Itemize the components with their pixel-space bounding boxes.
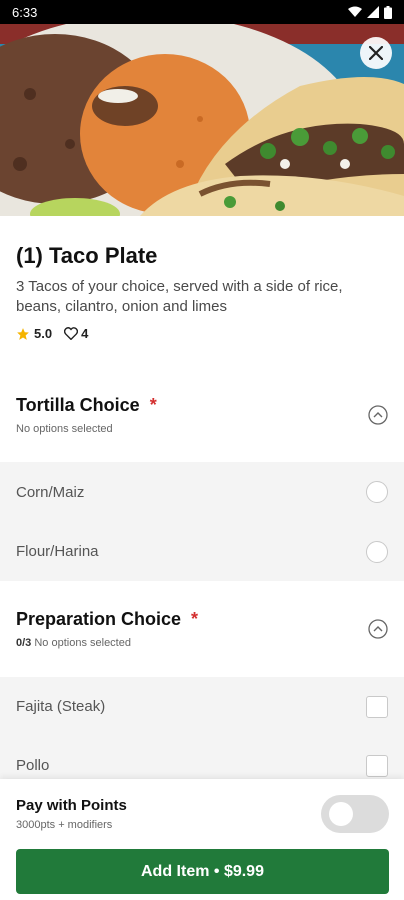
rating-value: 5.0 xyxy=(34,326,53,341)
option-label: Flour/Harina xyxy=(16,543,99,560)
item-meta: 5.0 4 xyxy=(16,326,388,341)
section-subtitle-text: No options selected xyxy=(34,637,131,649)
status-icons xyxy=(348,5,392,19)
option-flour-harina[interactable]: Flour/Harina xyxy=(0,522,404,581)
section-title-text: Preparation Choice xyxy=(16,609,182,629)
pay-with-points-subtitle: 3000pts + modifiers xyxy=(16,819,113,831)
star-icon xyxy=(17,327,29,340)
option-corn-maiz[interactable]: Corn/Maiz xyxy=(0,462,404,522)
likes-count: 4 xyxy=(81,326,89,341)
close-icon xyxy=(369,46,383,60)
pay-with-points-label: Pay with Points xyxy=(16,797,127,814)
option-label: Pollo xyxy=(16,757,50,774)
radio-button[interactable] xyxy=(366,540,388,563)
option-label: Fajita (Steak) xyxy=(16,698,106,715)
required-marker: * xyxy=(149,395,157,415)
section-subtitle: No options selected xyxy=(16,423,113,435)
taco-plate-image xyxy=(0,24,404,216)
wifi-icon xyxy=(348,6,362,17)
option-fajita-steak[interactable]: Fajita (Steak) xyxy=(0,677,404,736)
add-item-button[interactable]: Add Item • $9.99 xyxy=(16,849,389,894)
preparation-options: Fajita (Steak) Pollo xyxy=(0,677,404,779)
selection-count: 0/3 xyxy=(16,637,32,649)
close-button[interactable] xyxy=(360,37,392,69)
status-bar: 6:33 xyxy=(0,0,404,24)
collapse-chevron-up-icon[interactable] xyxy=(368,405,388,425)
item-description: 3 Tacos of your choice, served with a si… xyxy=(16,278,343,315)
item-info: (1) Taco Plate 3 Tacos of your choice, s… xyxy=(0,216,404,341)
toggle-knob xyxy=(329,802,353,826)
radio-button[interactable] xyxy=(366,481,388,503)
section-title: Preparation Choice * xyxy=(16,609,198,630)
pay-with-points-toggle[interactable] xyxy=(321,795,389,833)
section-subtitle: 0/3 No options selected xyxy=(16,637,131,649)
section-preparation-choice: Preparation Choice * 0/3 No options selec… xyxy=(0,581,404,677)
checkbox[interactable] xyxy=(366,754,388,777)
tortilla-options: Corn/Maiz Flour/Harina xyxy=(0,462,404,581)
option-label: Corn/Maiz xyxy=(16,483,85,501)
item-title: (1) Taco Plate xyxy=(16,243,158,268)
likes-button[interactable]: 4 xyxy=(64,326,88,341)
heart-icon xyxy=(64,327,79,340)
status-time: 6:33 xyxy=(12,4,38,20)
required-marker: * xyxy=(191,609,199,629)
collapse-chevron-up-icon[interactable] xyxy=(368,619,388,639)
checkbox[interactable] xyxy=(366,695,388,718)
section-tortilla-choice: Tortilla Choice * No options selected xyxy=(0,382,404,462)
section-title: Tortilla Choice * xyxy=(16,395,157,416)
item-photo xyxy=(0,24,404,216)
section-title-text: Tortilla Choice xyxy=(16,395,140,415)
signal-icon xyxy=(367,6,379,18)
battery-icon xyxy=(384,5,392,19)
bottom-action-bar: Pay with Points 3000pts + modifiers Add … xyxy=(0,779,404,900)
